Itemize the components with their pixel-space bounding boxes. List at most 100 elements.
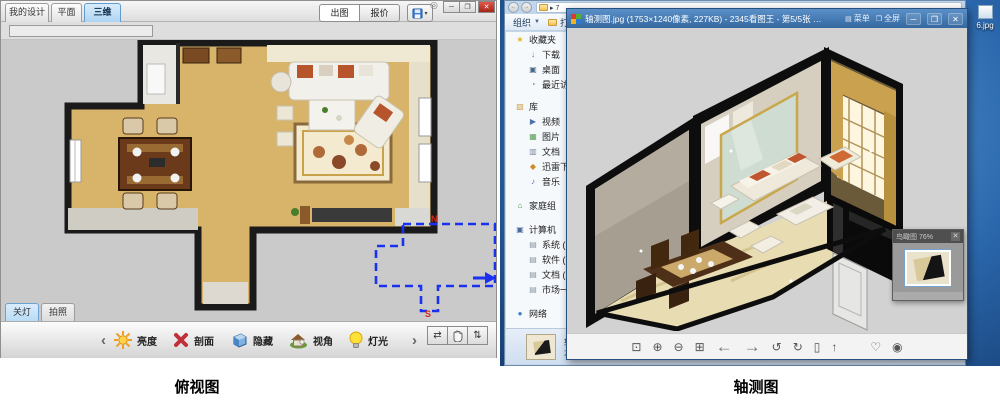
network-drive-icon: ▤	[527, 285, 539, 294]
forward-icon[interactable]: →	[521, 2, 532, 13]
settings-icon[interactable]: ◎	[430, 0, 438, 11]
rotate-left-icon[interactable]: ↺	[772, 341, 782, 353]
jpg-file-icon	[978, 5, 993, 19]
toolbar-prev-icon[interactable]: ‹	[101, 332, 106, 349]
top-view-screenshot: 我的设计 平面 三维 出图 报价 ▾ ◎ ─ ❐ ✕	[0, 0, 500, 366]
tab-snapshot[interactable]: 拍照	[41, 303, 75, 321]
thunder-download-icon: ◆	[527, 162, 539, 171]
viewer-fullscreen-button[interactable]: ❒ 全屏	[876, 13, 900, 24]
pictures-icon: ▦	[527, 132, 539, 141]
zoom-out-icon[interactable]: ⊖	[674, 341, 684, 353]
toolbar-next-icon[interactable]: ›	[412, 332, 417, 349]
folder-icon	[539, 4, 548, 11]
light-bulb-icon	[349, 331, 363, 349]
video-icon: ▶	[527, 117, 539, 126]
brightness-label: 亮度	[137, 333, 157, 348]
view-angle-label: 视角	[313, 333, 333, 348]
actual-size-icon[interactable]: ⊞	[695, 341, 705, 353]
zoom-in-icon[interactable]: ⊕	[652, 341, 662, 353]
viewer-title-bar[interactable]: 轴测图.jpg (1753×1240像素, 227KB) - 2345看图王 -…	[567, 9, 967, 28]
viewer-content[interactable]: 鸟瞰图 76% ✕	[567, 28, 967, 333]
rotate-view-icon[interactable]: ⇄	[427, 326, 448, 345]
navigator-title: 鸟瞰图 76%	[896, 232, 933, 242]
export-image-button[interactable]: 出图	[319, 4, 360, 22]
navigator-footer	[893, 292, 963, 300]
design-app-header: 我的设计 平面 三维 出图 报价 ▾ ◎ ─ ❐ ✕	[1, 1, 496, 22]
navigator-panel[interactable]: 鸟瞰图 76% ✕	[892, 229, 964, 301]
homegroup-icon: ⌂	[514, 201, 526, 210]
documents-icon: ▥	[527, 147, 539, 156]
axonometric-render	[581, 31, 911, 331]
back-icon[interactable]: ←	[508, 2, 519, 13]
view-control-buttons: ⇄ ⇅	[428, 326, 488, 345]
drive-icon: ▤	[527, 270, 539, 279]
desktop-file-label: 6.jpg	[974, 21, 996, 30]
axonometric-screenshot: 6.jpg ← → ▸ 7 组织 ▼ 打开 ★收藏夹 ↓下载 ▣桌面	[500, 0, 1000, 366]
viewer-toolbar: ⊡ ⊕ ⊖ ⊞ ← → ↺ ↻ ▯ ↑ ♡ ◉	[567, 333, 967, 359]
tab-my-design[interactable]: 我的设计	[5, 3, 49, 22]
favorite-icon[interactable]: ♡	[870, 341, 881, 353]
tab-3d[interactable]: 三维	[84, 3, 121, 22]
pan-hand-icon[interactable]	[447, 326, 468, 345]
navigator-title-bar: 鸟瞰图 76% ✕	[893, 230, 963, 243]
view-angle-house-icon	[289, 331, 308, 349]
viewer-menu-button[interactable]: ▤ 菜单	[845, 13, 870, 24]
drive-icon: ▤	[527, 255, 539, 264]
close-button[interactable]: ✕	[478, 1, 495, 13]
plan-outline-compass: N S	[369, 213, 496, 319]
upload-icon[interactable]: ↑	[831, 341, 837, 353]
light-tool[interactable]: 灯光	[349, 331, 388, 349]
design-app-window: 我的设计 平面 三维 出图 报价 ▾ ◎ ─ ❐ ✕	[0, 0, 497, 358]
quote-button[interactable]: 报价	[359, 4, 400, 22]
viewer-close-button[interactable]: ✕	[948, 13, 963, 25]
tab-plan-2d[interactable]: 平面	[51, 3, 82, 22]
design-app-subbar	[1, 22, 496, 40]
minimize-button[interactable]: ─	[443, 1, 460, 13]
zoom-view-icon[interactable]: ⇅	[467, 326, 488, 345]
section-tool[interactable]: 剖面	[173, 332, 214, 348]
caption-top-view: 俯视图	[137, 376, 257, 397]
save-floppy-icon	[412, 8, 423, 19]
organize-button[interactable]: 组织	[513, 16, 531, 29]
fullscreen-icon: ❒	[876, 15, 882, 23]
brightness-tool[interactable]: 亮度	[114, 331, 157, 349]
hide-label: 隐藏	[253, 333, 273, 348]
render-canvas[interactable]: N S	[1, 40, 496, 321]
hand-icon	[452, 330, 463, 342]
rotate-right-icon[interactable]: ↻	[793, 341, 803, 353]
viewer-minimize-button[interactable]: ─	[906, 13, 921, 25]
navigator-close-icon[interactable]: ✕	[951, 232, 960, 241]
previous-image-icon[interactable]: ←	[716, 338, 733, 355]
viewer-title-text: 轴测图.jpg (1753×1240像素, 227KB) - 2345看图王 -…	[585, 13, 823, 25]
fit-screen-icon[interactable]: ⊡	[631, 341, 641, 353]
maximize-button[interactable]: ❐	[459, 1, 476, 13]
delete-icon[interactable]: ▯	[814, 341, 821, 353]
recent-places-icon: ◔	[527, 80, 539, 89]
compass-north-label: N	[431, 214, 438, 224]
tab-lights-off[interactable]: 关灯	[5, 303, 39, 321]
screenshot-icon[interactable]: ◉	[892, 341, 902, 353]
network-icon: ●	[514, 309, 526, 318]
file-thumbnail	[526, 334, 556, 360]
status-field	[9, 25, 153, 37]
section-cross-icon	[173, 332, 189, 348]
brightness-sun-icon	[114, 331, 132, 349]
render-toolbar: ‹ 亮度 剖面	[1, 321, 496, 358]
hide-tool[interactable]: 隐藏	[230, 331, 273, 349]
image-viewer-window: 轴测图.jpg (1753×1240像素, 227KB) - 2345看图王 -…	[566, 8, 968, 360]
view-angle-tool[interactable]: 视角	[289, 331, 333, 349]
navigator-thumbnail[interactable]	[905, 250, 951, 286]
hide-cube-icon	[230, 331, 248, 349]
music-icon: ♪	[527, 177, 539, 186]
caption-axonometric-view: 轴测图	[696, 376, 816, 397]
library-icon: ▧	[514, 102, 526, 111]
next-image-icon[interactable]: →	[744, 338, 761, 355]
save-dropdown-caret[interactable]: ▾	[424, 10, 427, 17]
light-label: 灯光	[368, 333, 388, 348]
organize-caret-icon: ▼	[534, 19, 540, 25]
breadcrumb-text: ▸ 7	[550, 4, 559, 12]
desktop-file-icon[interactable]: 6.jpg	[974, 5, 996, 30]
compass-south-label: S	[425, 309, 431, 319]
viewer-maximize-button[interactable]: ❐	[927, 13, 942, 25]
computer-icon: ▣	[514, 225, 526, 234]
